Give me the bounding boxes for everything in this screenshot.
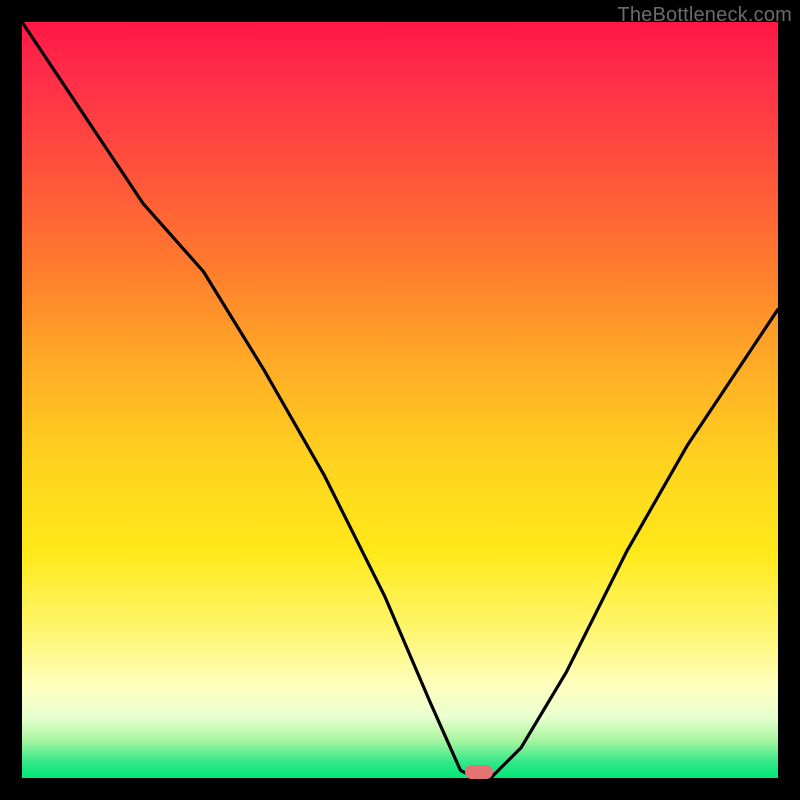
plot-area <box>22 22 778 778</box>
chart-frame: TheBottleneck.com <box>0 0 800 800</box>
minimum-marker <box>465 765 493 779</box>
watermark-text: TheBottleneck.com <box>617 4 792 27</box>
bottleneck-curve <box>22 22 778 778</box>
